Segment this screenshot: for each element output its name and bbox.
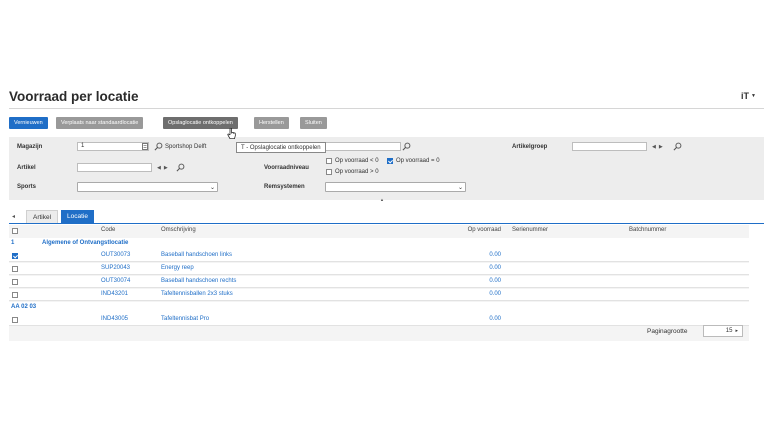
refresh-button[interactable]: Vernieuwen (9, 117, 48, 129)
row-omschrijving[interactable]: Energy reep (161, 265, 194, 271)
row-checkbox[interactable] (12, 279, 18, 285)
page-size-value: 15 (725, 328, 733, 334)
filter-panel: Magazijn 1 Sportshop Delft Artikel ◀▶ Sp… (9, 137, 764, 200)
page-size-select[interactable]: 15 ▸ (703, 325, 743, 337)
menu-label: iT (741, 91, 749, 101)
artikel-input[interactable] (77, 163, 152, 172)
col-batchnummer-header[interactable]: Batchnummer (629, 227, 666, 233)
row-checkbox[interactable] (12, 292, 18, 298)
remsystemen-label: Remsystemen (264, 184, 305, 190)
tab-underline (9, 223, 764, 224)
row-code[interactable]: IND43201 (101, 291, 128, 297)
row-checkbox[interactable] (12, 317, 18, 323)
search-icon[interactable] (402, 142, 411, 151)
row-omschrijving[interactable]: Baseball handschoen links (161, 252, 232, 258)
col-op-voorraad-header[interactable]: Op voorraad (455, 227, 501, 233)
sports-select[interactable]: ⌄ (77, 182, 218, 192)
search-icon[interactable] (673, 142, 682, 151)
row-checkbox[interactable] (12, 253, 18, 259)
back-arrow-icon[interactable]: ◂ (12, 213, 15, 220)
chevron-down-icon: ⌄ (457, 185, 463, 191)
stock-lt-zero-label: Op voorraad < 0 (335, 158, 379, 164)
restore-button[interactable]: Herstellen (254, 117, 289, 129)
row-op-voorraad: 0.00 (489, 316, 501, 322)
stock-gt-zero-checkbox[interactable] (326, 169, 332, 175)
tab-artikel[interactable]: Artikel (26, 210, 59, 223)
artikelgroep-label: Artikelgroep (512, 144, 548, 150)
row-checkbox[interactable] (12, 266, 18, 272)
grid-header-row: Code Omschrijving Op voorraad Serienumme… (9, 225, 749, 237)
row-code[interactable]: OUT30073 (101, 252, 130, 258)
collapse-filter-icon[interactable]: ▲ (380, 197, 384, 202)
table-row[interactable]: OUT30074 Baseball handschoen rechts 0.00 (9, 276, 749, 288)
move-to-default-location-button[interactable]: Verplaats naar standaardlocatie (56, 117, 144, 129)
stock-eq-zero-checkbox[interactable] (387, 158, 393, 164)
calculator-icon[interactable] (142, 143, 148, 150)
stock-lt-zero-checkbox[interactable] (326, 158, 332, 164)
col-serienummer-header[interactable]: Serienummer (512, 227, 548, 233)
row-op-voorraad: 0.00 (489, 265, 501, 271)
table-row[interactable]: SUP20043 Energy reep 0.00 (9, 263, 749, 275)
sports-label: Sports (17, 184, 37, 190)
magazijn-label: Magazijn (17, 144, 43, 150)
row-code[interactable]: IND43005 (101, 316, 128, 322)
close-button[interactable]: Sluiten (300, 117, 327, 129)
user-menu[interactable]: iT ▼ (741, 91, 756, 101)
row-op-voorraad: 0.00 (489, 252, 501, 258)
group-key: AA 02 03 (11, 304, 37, 310)
remsystemen-select[interactable]: ⌄ (325, 182, 466, 192)
hand-cursor-icon (227, 128, 236, 140)
title-divider (9, 108, 764, 109)
search-icon[interactable] (154, 142, 163, 151)
row-code[interactable]: OUT30074 (101, 278, 130, 284)
tooltip: T - Opslaglocatie ontkoppelen (236, 142, 326, 153)
row-omschrijving[interactable]: Tafeltennisbat Pro (161, 316, 209, 322)
chevron-down-icon: ⌄ (209, 185, 215, 191)
tab-locatie[interactable]: Locatie (61, 210, 94, 223)
search-icon[interactable] (176, 163, 185, 172)
group-name: Algemene of Ontvangstlocatie (42, 240, 129, 246)
artikelgroep-input[interactable] (572, 142, 647, 151)
artikelgroep-nav-arrows[interactable]: ◀▶ (652, 144, 666, 150)
table-row[interactable]: OUT30073 Baseball handschoen links 0.00 (9, 250, 749, 262)
page-size-label: Paginagrootte (647, 328, 688, 335)
row-op-voorraad: 0.00 (489, 291, 501, 297)
magazijn-input[interactable]: 1 (77, 142, 149, 151)
chevron-right-icon: ▸ (735, 328, 738, 334)
magazijn-link[interactable]: Sportshop Delft (165, 144, 206, 150)
stock-gt-zero-label: Op voorraad > 0 (335, 169, 379, 175)
row-omschrijving[interactable]: Tafeltennisballen 2x3 stuks (161, 291, 233, 297)
group-header-row[interactable]: 1 Algemene of Ontvangstlocatie (9, 238, 749, 250)
artikel-label: Artikel (17, 165, 36, 171)
voorraadniveau-label: Voorraadniveau (264, 165, 309, 171)
row-omschrijving[interactable]: Baseball handschoen rechts (161, 278, 236, 284)
group-key: 1 (11, 240, 15, 246)
stock-grid: Code Omschrijving Op voorraad Serienumme… (9, 225, 749, 341)
select-all-checkbox[interactable] (12, 228, 18, 234)
table-row[interactable]: IND43201 Tafeltennisballen 2x3 stuks 0.0… (9, 289, 749, 301)
chevron-down-icon: ▼ (751, 93, 756, 99)
artikel-nav-arrows[interactable]: ◀▶ (157, 165, 171, 171)
stock-eq-zero-label: Op voorraad = 0 (396, 158, 440, 164)
row-code[interactable]: SUP20043 (101, 265, 130, 271)
table-row[interactable]: IND43005 Tafeltennisbat Pro 0.00 (9, 314, 749, 326)
page-title: Voorraad per locatie (9, 89, 139, 104)
col-code-header[interactable]: Code (101, 227, 115, 233)
row-op-voorraad: 0.00 (489, 278, 501, 284)
group-header-row[interactable]: AA 02 03 (9, 302, 749, 314)
col-omschrijving-header[interactable]: Omschrijving (161, 227, 196, 233)
